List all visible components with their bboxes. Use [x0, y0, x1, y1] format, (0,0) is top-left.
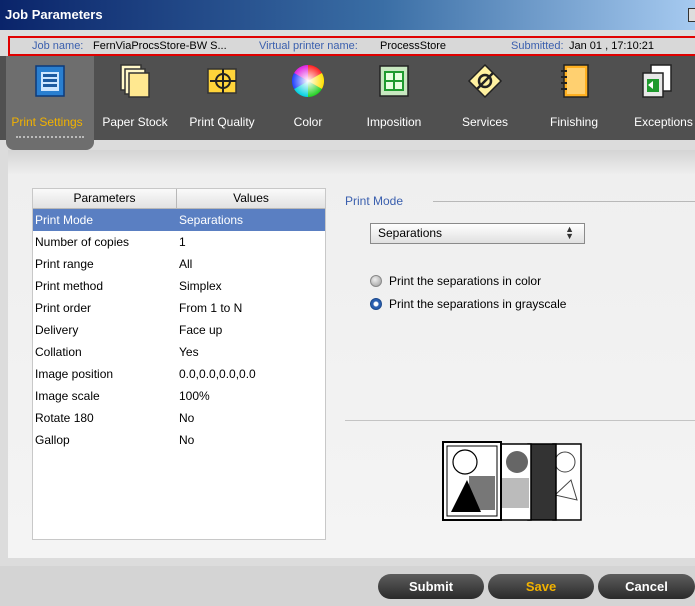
column-header-parameters[interactable]: Parameters: [33, 189, 177, 208]
table-header: Parameters Values: [33, 189, 325, 209]
color-wheel-icon: [291, 64, 325, 98]
tab-print-settings[interactable]: Print Settings: [6, 56, 94, 150]
tab-finishing[interactable]: Finishing: [530, 56, 618, 140]
table-row[interactable]: Print order From 1 to N: [33, 297, 325, 319]
tab-label: Print Quality: [189, 115, 255, 129]
print-mode-select[interactable]: Separations ▲ ▼: [370, 223, 585, 244]
print-settings-panel: Parameters Values Print Mode Separations …: [8, 150, 695, 558]
table-row[interactable]: Print range All: [33, 253, 325, 275]
submitted-value: Jan 01 , 17:10:21: [569, 40, 655, 52]
tab-print-quality[interactable]: Print Quality: [176, 56, 268, 140]
save-button[interactable]: Save: [488, 574, 594, 599]
tab-services[interactable]: Services: [440, 56, 530, 140]
table-row[interactable]: Number of copies 1: [33, 231, 325, 253]
print-quality-icon: [207, 68, 237, 94]
tab-label: Exceptions: [634, 115, 693, 129]
print-mode-select-value: Separations: [378, 226, 443, 240]
job-name-value: FernViaProcsStore-BW S...: [93, 40, 227, 52]
finishing-icon: [561, 64, 589, 98]
submitted-label: Submitted:: [511, 40, 564, 52]
title-bar: Job Parameters: [0, 0, 695, 30]
virtual-printer-label: Virtual printer name:: [259, 40, 358, 52]
job-info-bar: Job name: FernViaProcsStore-BW S... Virt…: [8, 36, 695, 56]
window-title: Job Parameters: [5, 7, 103, 22]
tab-label: Imposition: [366, 115, 422, 129]
radio-unchecked-icon: [370, 275, 382, 287]
tab-label: Paper Stock: [102, 115, 168, 129]
job-name-label: Job name:: [32, 40, 84, 52]
window-control-icon[interactable]: [688, 8, 695, 22]
table-row[interactable]: Image scale 100%: [33, 385, 325, 407]
action-bar: Submit Save Cancel: [0, 566, 695, 606]
section-divider: [345, 420, 695, 421]
tab-label: Color: [293, 115, 323, 129]
imposition-icon: [379, 65, 409, 97]
tab-imposition[interactable]: Imposition: [348, 56, 440, 140]
separations-preview-icon: [442, 441, 582, 521]
tab-label: Services: [461, 115, 508, 129]
table-row[interactable]: Image position 0.0,0.0,0.0,0.0: [33, 363, 325, 385]
parameter-toolbar: Print Settings Paper Stock Print Quality: [0, 56, 695, 150]
exceptions-icon: [641, 64, 672, 98]
table-row[interactable]: Gallop No: [33, 429, 325, 451]
virtual-printer-value: ProcessStore: [380, 40, 447, 52]
tab-color[interactable]: Color: [268, 56, 348, 140]
paper-stock-icon: [120, 64, 150, 98]
services-icon: [467, 63, 503, 99]
tab-exceptions[interactable]: Exceptions: [618, 56, 695, 140]
cancel-button[interactable]: Cancel: [598, 574, 695, 599]
print-settings-icon: [35, 65, 65, 97]
section-divider: [433, 201, 695, 202]
submit-button[interactable]: Submit: [378, 574, 484, 599]
table-row[interactable]: Delivery Face up: [33, 319, 325, 341]
tab-label: Print Settings: [11, 115, 83, 129]
radio-checked-icon: [370, 298, 382, 310]
chevron-updown-icon: ▲ ▼: [565, 224, 574, 241]
table-row[interactable]: Collation Yes: [33, 341, 325, 363]
tab-label: Finishing: [549, 115, 599, 129]
tab-paper-stock[interactable]: Paper Stock: [94, 56, 176, 140]
column-header-values[interactable]: Values: [177, 189, 325, 208]
parameters-table: Parameters Values Print Mode Separations …: [32, 188, 326, 540]
table-row[interactable]: Rotate 180 No: [33, 407, 325, 429]
table-row[interactable]: Print method Simplex: [33, 275, 325, 297]
table-row[interactable]: Print Mode Separations: [33, 209, 325, 231]
print-mode-label: Print Mode: [345, 194, 404, 208]
